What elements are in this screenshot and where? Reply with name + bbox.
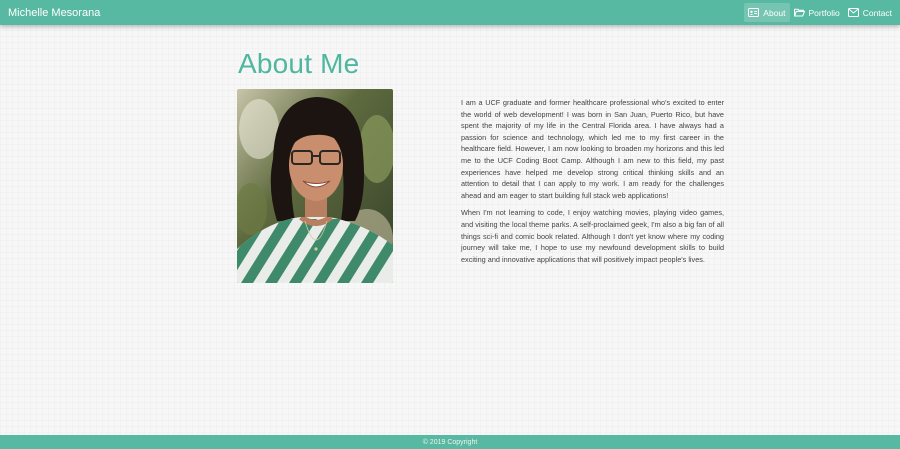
- footer: © 2019 Copyright: [0, 435, 900, 449]
- brand-name[interactable]: Michelle Mesorana: [8, 7, 100, 19]
- bio-text: I am a UCF graduate and former healthcar…: [461, 97, 724, 271]
- nav-link-portfolio[interactable]: Portfolio: [790, 3, 844, 22]
- bio-paragraph: I am a UCF graduate and former healthcar…: [461, 98, 724, 200]
- nav-link-contact[interactable]: Contact: [844, 3, 896, 22]
- bio-paragraph: When I'm not learning to code, I enjoy w…: [461, 208, 724, 264]
- navbar: Michelle Mesorana About Portfolio Contac…: [0, 0, 900, 25]
- nav-link-label: About: [763, 7, 786, 18]
- profile-photo: [237, 89, 393, 283]
- nav-link-about[interactable]: About: [744, 3, 790, 22]
- nav-link-label: Portfolio: [808, 7, 840, 18]
- folder-icon: [793, 8, 805, 17]
- id-card-icon: [748, 8, 760, 17]
- copyright-text: © 2019 Copyright: [422, 438, 478, 446]
- nav-link-label: Contact: [862, 7, 892, 18]
- nav-links: About Portfolio Contact: [744, 0, 896, 25]
- envelope-icon: [847, 8, 859, 17]
- page-title: About Me: [238, 48, 360, 79]
